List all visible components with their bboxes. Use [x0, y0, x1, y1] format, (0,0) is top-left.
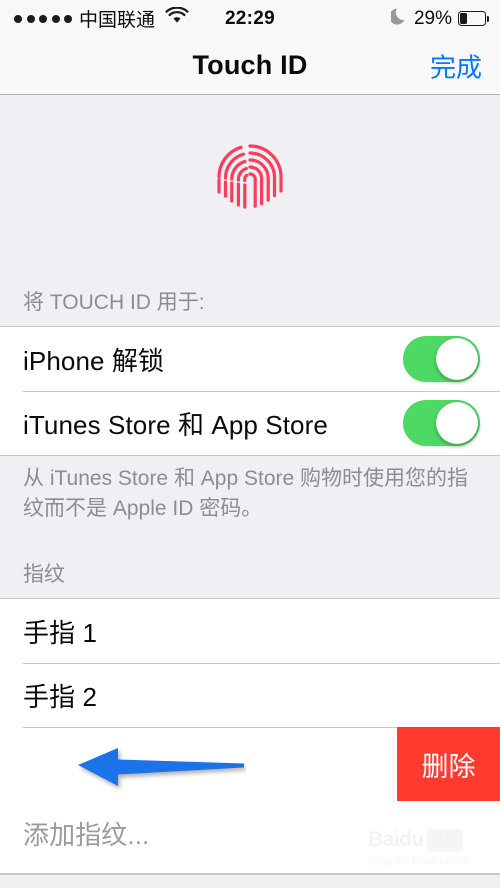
- toggle-knob: [436, 402, 478, 444]
- fingerprint-icon: [212, 140, 288, 220]
- row-label: iPhone 解锁: [23, 345, 165, 376]
- use-section-header: 将 TOUCH ID 用于:: [0, 268, 500, 326]
- row-label: 手指 2: [23, 681, 98, 712]
- hero-area: [0, 96, 500, 268]
- page-title: Touch ID: [192, 50, 308, 80]
- bottom-strip: [0, 874, 500, 888]
- delete-button[interactable]: 删除: [397, 727, 500, 801]
- toggle-knob: [436, 338, 478, 380]
- battery-cap: [486, 15, 489, 22]
- row-finger-1[interactable]: 手指 1: [0, 599, 500, 663]
- moon-icon: [389, 7, 408, 30]
- phone-screen: 中国联通 22:29 29% Touch ID 完成 将 TOUCH ID 用于…: [0, 0, 500, 888]
- toggle-iphone-unlock[interactable]: [403, 336, 480, 382]
- row-add-fingerprint[interactable]: 添加指纹...: [0, 801, 500, 865]
- done-button[interactable]: 完成: [430, 47, 482, 84]
- row-finger-2[interactable]: 手指 2: [0, 663, 500, 727]
- navigation-bar: Touch ID 完成: [0, 37, 500, 95]
- battery-percent-label: 29%: [413, 7, 452, 29]
- row-swiped-open[interactable]: 删除: [0, 727, 500, 801]
- status-bar: 中国联通 22:29 29%: [0, 0, 500, 37]
- status-bar-right: 29%: [389, 7, 489, 30]
- fingerprint-section-header: 指纹: [0, 540, 500, 598]
- row-label: 添加指纹...: [23, 819, 150, 850]
- battery-icon: [458, 11, 489, 26]
- row-label: 手指 1: [23, 617, 98, 648]
- toggle-itunes-appstore[interactable]: [403, 400, 480, 446]
- row-itunes-appstore[interactable]: iTunes Store 和 App Store: [0, 391, 500, 455]
- battery-fill: [460, 13, 467, 24]
- use-section-group: iPhone 解锁 iTunes Store 和 App Store: [0, 326, 500, 456]
- use-section-footer-note: 从 iTunes Store 和 App Store 购物时使用您的指纹而不是 …: [23, 467, 469, 520]
- row-label: iTunes Store 和 App Store: [23, 409, 328, 440]
- row-iphone-unlock[interactable]: iPhone 解锁: [0, 327, 500, 391]
- fingerprint-section-group: 手指 1 手指 2 删除 添加指纹...: [0, 598, 500, 874]
